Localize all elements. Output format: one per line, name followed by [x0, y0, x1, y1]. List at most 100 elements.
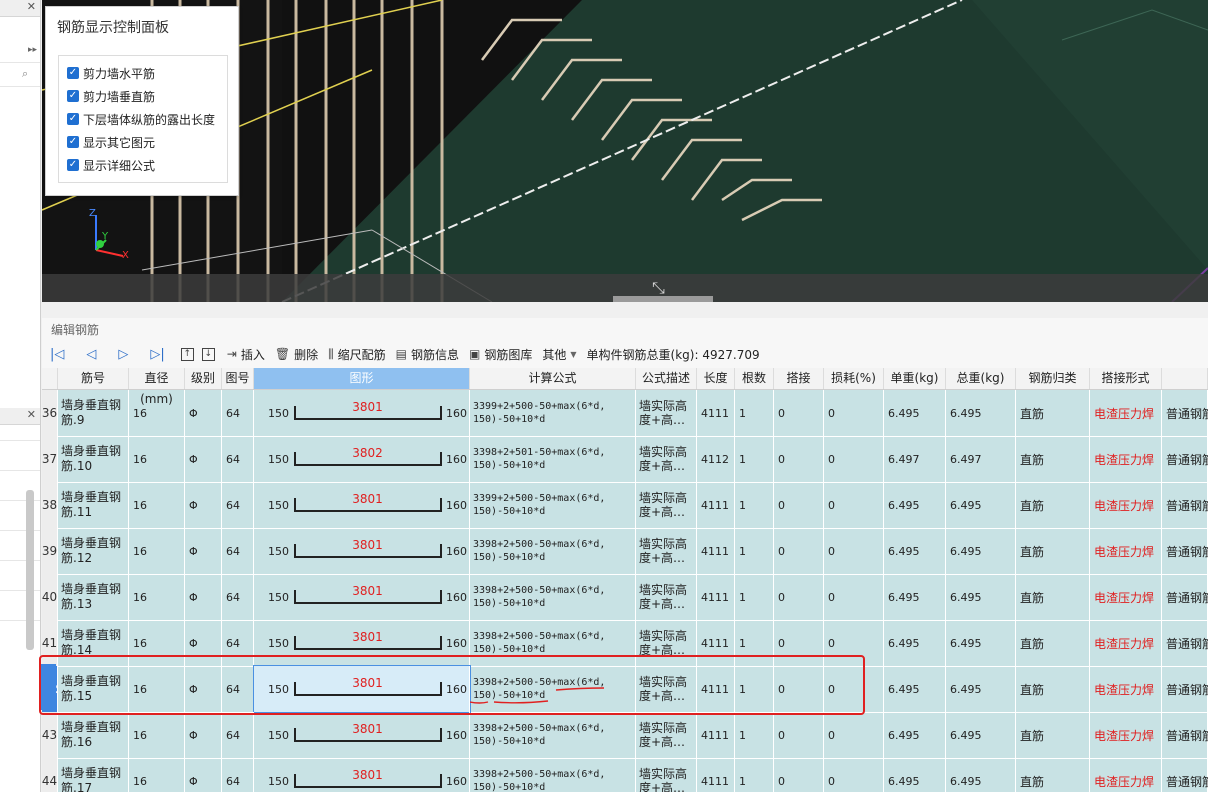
cell-total-weight[interactable]: 6.495: [946, 528, 1016, 574]
cell-lap[interactable]: 0: [774, 528, 824, 574]
cell-diameter[interactable]: 16: [129, 712, 185, 758]
first-record-icon[interactable]: |◁: [50, 347, 64, 362]
cell-length[interactable]: 4111: [697, 712, 735, 758]
cell-length[interactable]: 4111: [697, 574, 735, 620]
table-row[interactable]: 40 墙身垂直钢筋.13 16 Φ 64 150 3801 160 3398+2+500-50+…: [42, 574, 1208, 621]
cell-loss[interactable]: 0: [824, 574, 884, 620]
other-dropdown[interactable]: 其他 ▼: [542, 346, 576, 363]
cell-lap-type[interactable]: 电渣压力焊: [1090, 528, 1162, 574]
cell-count[interactable]: 1: [735, 482, 774, 528]
cell-grade[interactable]: Φ: [185, 390, 222, 436]
cell-diameter[interactable]: 16: [129, 620, 185, 666]
cell-figure-no[interactable]: 64: [222, 666, 254, 712]
expand-icon[interactable]: ▸▸: [28, 45, 37, 55]
col-header-length[interactable]: 长度: [697, 368, 735, 389]
cell-total-weight[interactable]: 6.495: [946, 666, 1016, 712]
cell-grade[interactable]: Φ: [185, 482, 222, 528]
cell-grade[interactable]: Φ: [185, 666, 222, 712]
cell-unit-weight[interactable]: 6.495: [884, 482, 946, 528]
cell-diameter[interactable]: 16: [129, 390, 185, 436]
option-show-other[interactable]: ✓ 显示其它图元: [67, 133, 155, 151]
option-wall-horizontal[interactable]: ✓ 剪力墙水平筋: [67, 64, 155, 82]
cell-total-weight[interactable]: 6.497: [946, 436, 1016, 482]
cell-category[interactable]: 直筋: [1016, 574, 1090, 620]
col-header-lap-type[interactable]: 搭接形式: [1090, 368, 1162, 389]
cell-shape[interactable]: 150 3801 160: [254, 620, 470, 666]
cell-bar-type[interactable]: 普通钢筋: [1162, 482, 1208, 528]
cell-grade[interactable]: Φ: [185, 620, 222, 666]
cell-grade[interactable]: Φ: [185, 712, 222, 758]
cell-lap-type[interactable]: 电渣压力焊: [1090, 758, 1162, 792]
col-header-shape[interactable]: 图形: [254, 368, 470, 389]
cell-diameter[interactable]: 16: [129, 574, 185, 620]
cell-formula[interactable]: 3398+2+501-50+max(6*d, 150)-50+10*d: [470, 436, 636, 482]
last-record-icon[interactable]: ▷|: [150, 347, 164, 362]
cell-lap[interactable]: 0: [774, 712, 824, 758]
cell-bar-type[interactable]: 普通钢筋: [1162, 666, 1208, 712]
cell-bar-name[interactable]: 墙身垂直钢筋.15: [58, 666, 129, 712]
cell-bar-name[interactable]: 墙身垂直钢筋.12: [58, 528, 129, 574]
row-number[interactable]: 43: [42, 712, 58, 758]
cell-formula-desc[interactable]: 墙实际高 度+高…: [636, 712, 697, 758]
cell-total-weight[interactable]: 6.495: [946, 712, 1016, 758]
col-header-diameter[interactable]: 直径(mm): [129, 368, 185, 406]
cell-lap[interactable]: 0: [774, 390, 824, 436]
cell-diameter[interactable]: 16: [129, 666, 185, 712]
cell-unit-weight[interactable]: 6.495: [884, 574, 946, 620]
cell-unit-weight[interactable]: 6.495: [884, 620, 946, 666]
col-header-formula-desc[interactable]: 公式描述: [636, 368, 697, 389]
cell-bar-type[interactable]: 普通钢筋: [1162, 574, 1208, 620]
row-number[interactable]: 39: [42, 528, 58, 574]
cell-figure-no[interactable]: 64: [222, 620, 254, 666]
cell-formula[interactable]: 3398+2+500-50+max(6*d, 150)-50+10*d: [470, 620, 636, 666]
restore-icon[interactable]: ⤡: [652, 278, 665, 298]
col-header-count[interactable]: 根数: [735, 368, 774, 389]
cell-unit-weight[interactable]: 6.495: [884, 666, 946, 712]
cell-bar-type[interactable]: 普通钢筋: [1162, 528, 1208, 574]
cell-shape[interactable]: 150 3801 160: [254, 712, 470, 758]
cell-lap[interactable]: 0: [774, 574, 824, 620]
checkbox-icon[interactable]: ✓: [67, 67, 79, 79]
cell-unit-weight[interactable]: 6.495: [884, 758, 946, 792]
table-row[interactable]: 37 墙身垂直钢筋.10 16 Φ 64 150 3802 160 3398+2+501-50+…: [42, 436, 1208, 483]
cell-loss[interactable]: 0: [824, 482, 884, 528]
cell-count[interactable]: 1: [735, 390, 774, 436]
cell-unit-weight[interactable]: 6.495: [884, 712, 946, 758]
cell-loss[interactable]: 0: [824, 712, 884, 758]
option-lower-wall-exposure[interactable]: ✓ 下层墙体纵筋的露出长度: [67, 110, 215, 128]
cell-lap-type[interactable]: 电渣压力焊: [1090, 482, 1162, 528]
cell-formula[interactable]: 3399+2+500-50+max(6*d, 150)-50+10*d: [470, 482, 636, 528]
cell-category[interactable]: 直筋: [1016, 666, 1090, 712]
cell-bar-name[interactable]: 墙身垂直钢筋.16: [58, 712, 129, 758]
insert-button[interactable]: ⇥ 插入: [227, 346, 265, 363]
table-row[interactable]: 42墙身垂直钢筋.1516Φ6415038011603398+2+500-50+…: [42, 665, 1208, 713]
cell-loss[interactable]: 0: [824, 758, 884, 792]
cell-lap-type[interactable]: 电渣压力焊: [1090, 666, 1162, 712]
cell-formula-desc[interactable]: 墙实际高 度+高…: [636, 574, 697, 620]
cell-loss[interactable]: 0: [824, 390, 884, 436]
row-number[interactable]: 38: [42, 482, 58, 528]
cell-count[interactable]: 1: [735, 666, 774, 712]
close-icon[interactable]: ✕: [27, 408, 36, 421]
cell-lap[interactable]: 0: [774, 436, 824, 482]
cell-count[interactable]: 1: [735, 712, 774, 758]
search-icon[interactable]: ⌕: [22, 67, 28, 81]
cell-bar-name[interactable]: 墙身垂直钢筋.9: [58, 390, 129, 436]
cell-total-weight[interactable]: 6.495: [946, 390, 1016, 436]
cell-formula-desc[interactable]: 墙实际高 度+高…: [636, 620, 697, 666]
cell-figure-no[interactable]: 64: [222, 574, 254, 620]
cell-loss[interactable]: 0: [824, 666, 884, 712]
cell-formula-desc[interactable]: 墙实际高 度+高…: [636, 666, 697, 712]
collapse-handle[interactable]: [613, 296, 713, 302]
cell-unit-weight[interactable]: 6.497: [884, 436, 946, 482]
cell-total-weight[interactable]: 6.495: [946, 620, 1016, 666]
col-header-total-weight[interactable]: 总重(kg): [946, 368, 1016, 389]
cell-bar-name[interactable]: 墙身垂直钢筋.10: [58, 436, 129, 482]
cell-diameter[interactable]: 16: [129, 758, 185, 792]
row-number[interactable]: 44: [42, 758, 58, 792]
cell-formula-desc[interactable]: 墙实际高 度+高…: [636, 758, 697, 792]
row-number[interactable]: 40: [42, 574, 58, 620]
cell-length[interactable]: 4111: [697, 620, 735, 666]
col-header-grade[interactable]: 级别: [185, 368, 222, 389]
table-row[interactable]: 41 墙身垂直钢筋.14 16 Φ 64 150 3801 160 3398+2+500-50+…: [42, 620, 1208, 667]
